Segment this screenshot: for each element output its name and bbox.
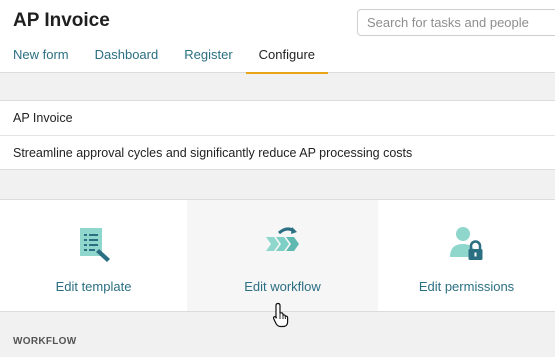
edit-template-icon xyxy=(76,225,112,263)
tab-configure[interactable]: Configure xyxy=(245,44,329,74)
tab-dashboard[interactable]: Dashboard xyxy=(82,44,172,73)
edit-permissions-card[interactable]: Edit permissions xyxy=(378,200,555,311)
top-bar: AP Invoice New form Dashboard Register C… xyxy=(0,0,555,74)
form-name: AP Invoice xyxy=(13,111,73,125)
edit-template-card[interactable]: Edit template xyxy=(0,200,187,311)
search-input[interactable] xyxy=(357,9,555,36)
tab-new-form[interactable]: New form xyxy=(0,44,82,73)
configure-cards: Edit template Edit workflow Edit permiss… xyxy=(0,199,555,312)
edit-permissions-icon xyxy=(448,225,486,263)
edit-permissions-label: Edit permissions xyxy=(418,279,515,294)
edit-workflow-label: Edit workflow xyxy=(244,279,321,294)
tab-bar: New form Dashboard Register Configure xyxy=(0,44,329,74)
hand-pointer-icon xyxy=(272,302,292,333)
form-info-panel: AP Invoice Streamline approval cycles an… xyxy=(0,100,555,170)
edit-template-label: Edit template xyxy=(55,279,132,294)
edit-workflow-icon xyxy=(263,225,303,263)
edit-workflow-card[interactable]: Edit workflow xyxy=(187,200,378,311)
form-description: Streamline approval cycles and significa… xyxy=(0,135,555,169)
section-heading-workflow: WORKFLOW xyxy=(13,336,77,347)
page-title: AP Invoice xyxy=(13,10,110,31)
tab-register[interactable]: Register xyxy=(171,44,245,73)
